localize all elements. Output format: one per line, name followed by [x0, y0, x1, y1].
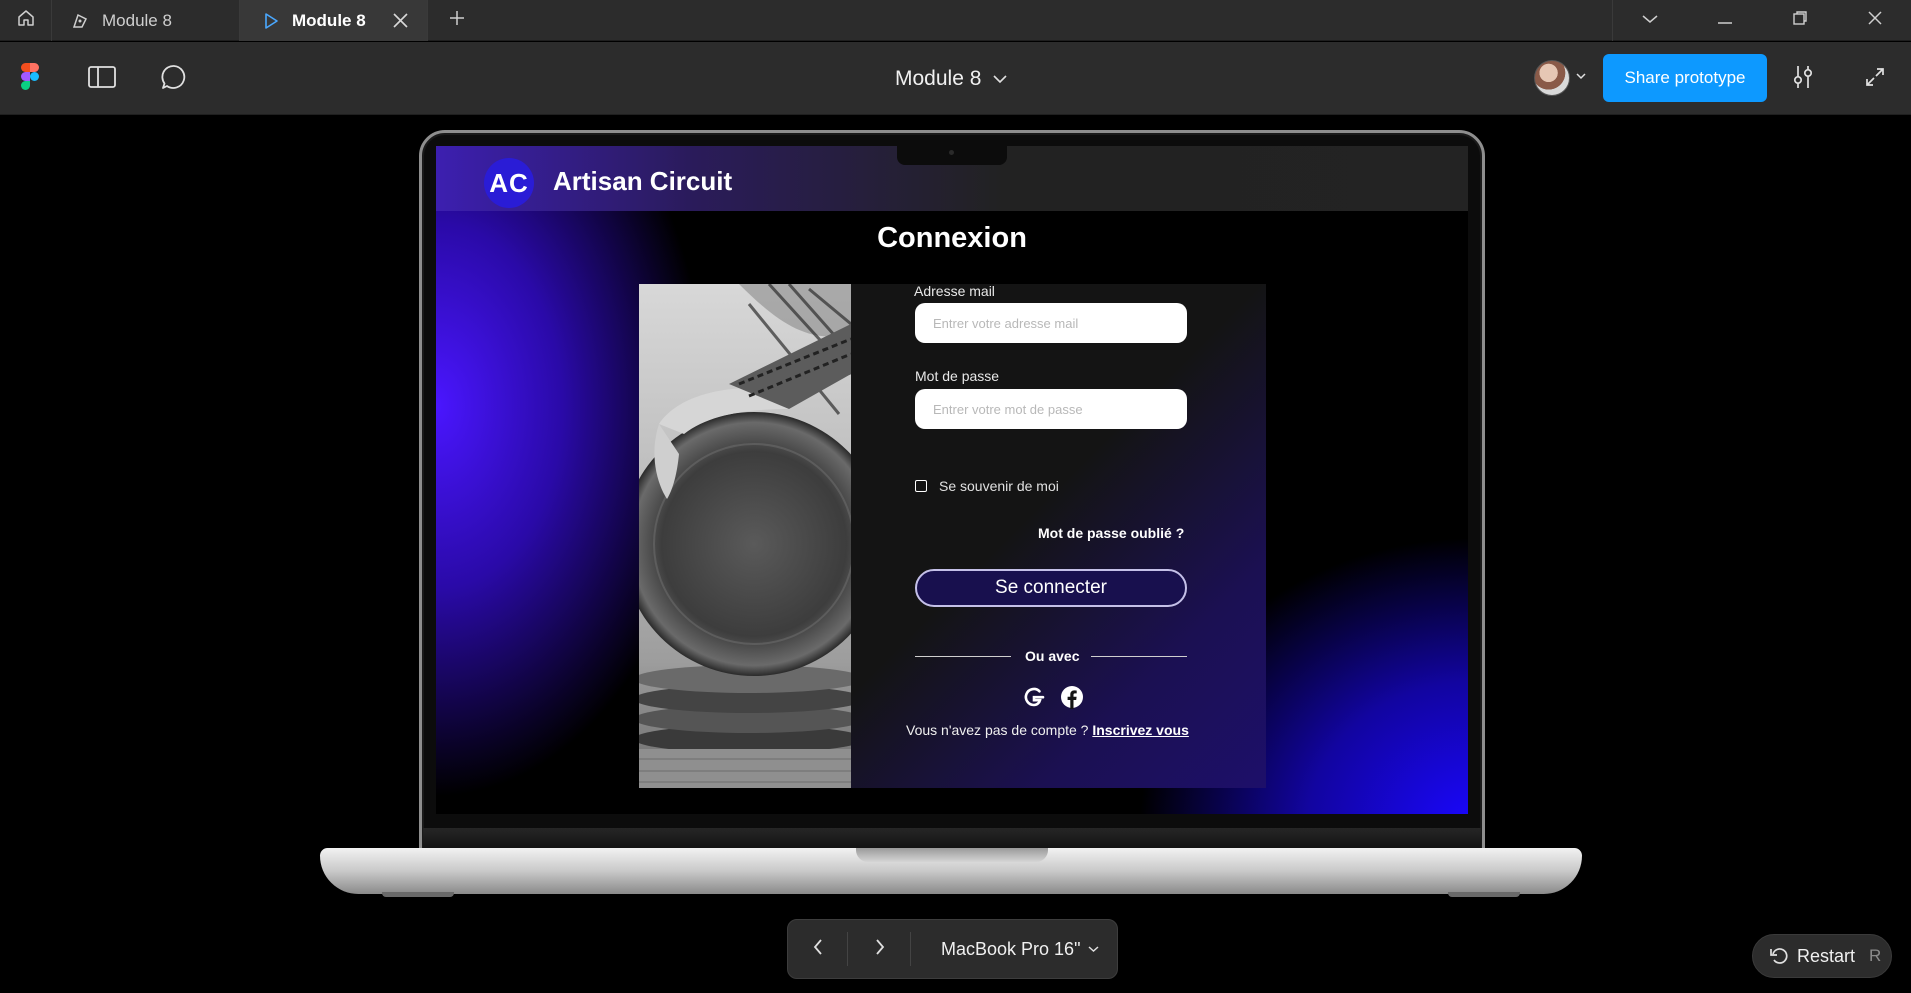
new-tab-button[interactable]	[444, 0, 470, 41]
devbar-divider	[847, 932, 848, 966]
figma-logo-icon	[21, 63, 39, 95]
restart-shortcut: R	[1869, 946, 1882, 965]
expand-icon	[1864, 66, 1886, 93]
close-tab-icon[interactable]	[392, 12, 409, 29]
next-frame-button[interactable]	[850, 920, 910, 978]
divider-line-right	[1091, 656, 1187, 657]
share-prototype-button[interactable]: Share prototype	[1603, 54, 1767, 102]
close-icon	[1867, 10, 1883, 31]
camera-icon	[949, 150, 954, 155]
fullscreen-button[interactable]	[1860, 64, 1890, 94]
tab-module-8-design[interactable]: Module 8	[52, 0, 240, 41]
tab-bar: Module 8 Module 8	[0, 0, 1911, 41]
comments-button[interactable]	[159, 64, 189, 94]
restart-icon	[1769, 946, 1789, 966]
tab-label: Module 8	[292, 10, 366, 30]
remember-me-label: Se souvenir de moi	[939, 478, 1059, 494]
close-window-button[interactable]	[1837, 0, 1911, 41]
signup-prompt: Vous n'avez pas de compte ? Inscrivez vo…	[906, 722, 1189, 738]
user-avatar[interactable]	[1534, 60, 1570, 96]
restore-window-icon	[1792, 10, 1808, 31]
document-title-menu[interactable]: Module 8	[895, 64, 1007, 94]
tab-module-8-prototype[interactable]: Module 8	[240, 0, 428, 41]
macbook-bottom-bezel	[423, 828, 1481, 850]
macbook-base-notch	[856, 848, 1048, 862]
prototype-settings-button[interactable]	[1788, 64, 1818, 94]
forgot-password-link[interactable]: Mot de passe oublié ?	[1038, 525, 1184, 541]
chevron-down-icon	[993, 74, 1007, 84]
play-icon	[262, 12, 280, 30]
divider-line-left	[915, 656, 1011, 657]
email-input[interactable]	[915, 303, 1187, 343]
device-selector[interactable]: MacBook Pro 16"	[941, 920, 1099, 978]
sliders-icon	[1790, 64, 1816, 95]
google-icon	[1022, 685, 1046, 714]
email-label: Adresse mail	[914, 283, 995, 299]
home-tab[interactable]	[0, 0, 52, 41]
toggle-sidebar-button[interactable]	[87, 64, 117, 94]
macbook-foot-left	[382, 892, 454, 897]
document-title: Module 8	[895, 67, 982, 90]
tab-label: Module 8	[102, 10, 172, 30]
previous-frame-button[interactable]	[788, 920, 848, 978]
remember-me-checkbox[interactable]: Se souvenir de moi	[915, 478, 1059, 494]
drawing-file-icon	[70, 11, 90, 31]
chevron-down-icon	[1088, 945, 1099, 953]
figma-menu-button[interactable]	[15, 63, 45, 95]
divider-label: Ou avec	[1025, 648, 1080, 664]
prototype-screen: AC Artisan Circuit Connexion Adresse mai…	[436, 146, 1468, 814]
minimize-button[interactable]	[1687, 0, 1762, 41]
home-icon	[16, 8, 36, 33]
restart-label: Restart	[1797, 945, 1856, 966]
device-navigation-bar: MacBook Pro 16"	[787, 919, 1118, 979]
macbook-camera-notch	[897, 146, 1007, 165]
pottery-photo	[639, 284, 851, 788]
page-title: Connexion	[877, 222, 1027, 254]
restore-button[interactable]	[1762, 0, 1837, 41]
devbar-divider	[910, 932, 911, 966]
logo-initials: AC	[489, 167, 529, 198]
chevron-left-icon	[812, 938, 824, 961]
minimize-icon	[1716, 12, 1734, 30]
brand-name[interactable]: Artisan Circuit	[553, 166, 732, 197]
signup-link[interactable]: Inscrivez vous	[1092, 722, 1189, 738]
comment-bubble-icon	[161, 64, 187, 95]
restart-button[interactable]: Restart R	[1752, 934, 1892, 978]
chevron-right-icon	[874, 938, 886, 961]
facebook-icon	[1060, 685, 1084, 714]
password-label: Mot de passe	[915, 368, 1000, 384]
signup-prompt-text: Vous n'avez pas de compte ?	[906, 722, 1093, 738]
plus-icon	[448, 9, 466, 32]
avatar-chevron-down-icon[interactable]	[1576, 72, 1586, 80]
login-button[interactable]: Se connecter	[915, 569, 1187, 607]
macbook-foot-right	[1448, 892, 1520, 897]
checkbox-square-icon	[915, 480, 927, 492]
tab-list-button[interactable]	[1612, 0, 1687, 41]
password-input[interactable]	[915, 389, 1187, 429]
device-name: MacBook Pro 16"	[941, 938, 1081, 959]
sidebar-panel-icon	[88, 65, 116, 93]
google-login-button[interactable]	[1021, 686, 1047, 712]
facebook-login-button[interactable]	[1059, 685, 1085, 714]
brand-logo[interactable]: AC	[484, 158, 534, 208]
chevron-down-icon	[1641, 12, 1659, 30]
